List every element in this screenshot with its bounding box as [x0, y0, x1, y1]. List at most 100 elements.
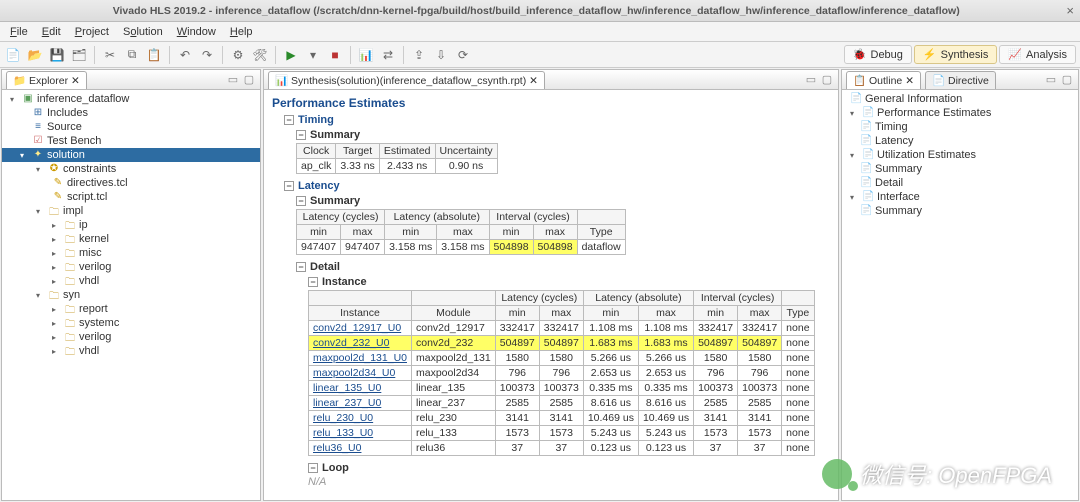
explorer-tab[interactable]: 📁 Explorer ✕: [6, 71, 87, 89]
minimize-icon[interactable]: ▭: [804, 73, 818, 87]
editor-panel: 📊 Synthesis(solution)(inference_dataflow…: [263, 69, 839, 501]
timing-section[interactable]: −Timing: [284, 114, 830, 126]
run-icon[interactable]: ▶: [282, 46, 300, 64]
directive-tab[interactable]: 📄 Directive: [925, 71, 996, 89]
maximize-icon[interactable]: ▢: [820, 73, 834, 87]
minimize-icon[interactable]: ▭: [226, 73, 240, 87]
outline-item[interactable]: 📄Detail: [842, 176, 1078, 190]
menu-window[interactable]: Window: [171, 24, 222, 40]
tree-folder[interactable]: ▸🗀misc: [2, 246, 260, 260]
open-icon[interactable]: 📂: [26, 46, 44, 64]
instance-link[interactable]: relu_230_U0: [313, 412, 373, 424]
cfg-icon[interactable]: 🛠: [251, 46, 269, 64]
instance-link[interactable]: linear_135_U0: [313, 382, 381, 394]
tree-item[interactable]: ▾✪constraints: [2, 162, 260, 176]
chart-icon[interactable]: 📊: [357, 46, 375, 64]
menu-help[interactable]: Help: [224, 24, 259, 40]
perf-header: Performance Estimates: [272, 96, 830, 110]
outline-item[interactable]: 📄Timing: [842, 120, 1078, 134]
loop-section[interactable]: −Loop: [308, 462, 830, 474]
instance-link[interactable]: linear_237_U0: [313, 397, 381, 409]
summary-section[interactable]: −Summary: [296, 195, 830, 207]
tree-root[interactable]: ▾▣inference_dataflow: [2, 92, 260, 106]
outline-tab[interactable]: 📋 Outline ✕: [846, 71, 921, 89]
tree-item-solution[interactable]: ▾✦solution: [2, 148, 260, 162]
report-tab[interactable]: 📊 Synthesis(solution)(inference_dataflow…: [268, 71, 545, 89]
tree-folder[interactable]: ▸🗀systemc: [2, 316, 260, 330]
tree-folder[interactable]: ▸🗀verilog: [2, 330, 260, 344]
loop-na: N/A: [308, 476, 830, 488]
toolbar: 📄 📂 💾 🗂 ✂ ⧉ 📋 ↶ ↷ ⚙ 🛠 ▶ ▾ ■ 📊 ⇄ ⇪ ⇩ ⟳ 🐞D…: [0, 42, 1080, 68]
explorer-tree: ▾▣inference_dataflow ⊞Includes ≡Source ☑…: [2, 90, 260, 500]
tree-folder[interactable]: ▸🗀vhdl: [2, 274, 260, 288]
saveall-icon[interactable]: 🗂: [70, 46, 88, 64]
import-icon[interactable]: ⇩: [432, 46, 450, 64]
outline-item[interactable]: 📄General Information: [842, 92, 1078, 106]
outline-item[interactable]: 📄Latency: [842, 134, 1078, 148]
tree-file[interactable]: ✎script.tcl: [2, 190, 260, 204]
tree-item[interactable]: ▾🗀impl: [2, 204, 260, 218]
outline-item[interactable]: 📄Summary: [842, 204, 1078, 218]
table-row: conv2d_232_U0conv2d_2325048975048971.683…: [309, 336, 815, 351]
tree-folder[interactable]: ▸🗀report: [2, 302, 260, 316]
cut-icon[interactable]: ✂: [101, 46, 119, 64]
refresh-icon[interactable]: ⟳: [454, 46, 472, 64]
menu-project[interactable]: Project: [69, 24, 115, 40]
instance-link[interactable]: conv2d_12917_U0: [313, 322, 401, 334]
new-icon[interactable]: 📄: [4, 46, 22, 64]
export-icon[interactable]: ⇪: [410, 46, 428, 64]
timing-table: ClockTargetEstimatedUncertainty ap_clk3.…: [296, 143, 498, 174]
detail-section[interactable]: −Detail: [296, 261, 830, 273]
table-row: maxpool2d34_U0maxpool2d347967962.653 us2…: [309, 366, 815, 381]
tree-folder[interactable]: ▸🗀kernel: [2, 232, 260, 246]
perspective-analysis[interactable]: 📈Analysis: [999, 45, 1076, 64]
explorer-panel: 📁 Explorer ✕ ▭▢ ▾▣inference_dataflow ⊞In…: [1, 69, 261, 501]
outline-panel: 📋 Outline ✕ 📄 Directive ▭▢ 📄General Info…: [841, 69, 1079, 501]
tree-folder[interactable]: ▸🗀verilog: [2, 260, 260, 274]
instance-section[interactable]: −Instance: [308, 276, 830, 288]
instance-link[interactable]: relu_133_U0: [313, 427, 373, 439]
outline-item[interactable]: ▾📄Utilization Estimates: [842, 148, 1078, 162]
tree-item[interactable]: ≡Source: [2, 120, 260, 134]
synthesis-report: Performance Estimates −Timing −Summary C…: [264, 90, 838, 500]
table-row: linear_237_U0linear_237258525858.616 us8…: [309, 396, 815, 411]
tree-folder[interactable]: ▸🗀vhdl: [2, 344, 260, 358]
summary-section[interactable]: −Summary: [296, 129, 830, 141]
stop-icon[interactable]: ■: [326, 46, 344, 64]
build-icon[interactable]: ⚙: [229, 46, 247, 64]
compare-icon[interactable]: ⇄: [379, 46, 397, 64]
maximize-icon[interactable]: ▢: [1060, 73, 1074, 87]
table-row: linear_135_U0linear_1351003731003730.335…: [309, 381, 815, 396]
instance-link[interactable]: maxpool2d34_U0: [313, 367, 395, 379]
copy-icon[interactable]: ⧉: [123, 46, 141, 64]
perspective-synthesis[interactable]: ⚡Synthesis: [914, 45, 997, 64]
minimize-icon[interactable]: ▭: [1044, 73, 1058, 87]
outline-item[interactable]: 📄Summary: [842, 162, 1078, 176]
instance-link[interactable]: relu36_U0: [313, 442, 361, 454]
instance-link[interactable]: conv2d_232_U0: [313, 337, 389, 349]
outline-item[interactable]: ▾📄Interface: [842, 190, 1078, 204]
chevron-down-icon[interactable]: ▾: [304, 46, 322, 64]
tree-folder[interactable]: ▸🗀ip: [2, 218, 260, 232]
outline-item[interactable]: ▾📄Performance Estimates: [842, 106, 1078, 120]
save-icon[interactable]: 💾: [48, 46, 66, 64]
menu-bar: File Edit Project Solution Window Help: [0, 22, 1080, 42]
tree-item[interactable]: ⊞Includes: [2, 106, 260, 120]
menu-edit[interactable]: Edit: [36, 24, 67, 40]
table-row: relu_133_U0relu_133157315735.243 us5.243…: [309, 426, 815, 441]
perspective-debug[interactable]: 🐞Debug: [844, 45, 912, 64]
menu-solution[interactable]: Solution: [117, 24, 169, 40]
redo-icon[interactable]: ↷: [198, 46, 216, 64]
menu-file[interactable]: File: [4, 24, 34, 40]
latency-section[interactable]: −Latency: [284, 180, 830, 192]
paste-icon[interactable]: 📋: [145, 46, 163, 64]
perspective-switcher: 🐞Debug ⚡Synthesis 📈Analysis: [844, 45, 1076, 64]
tree-item[interactable]: ☑Test Bench: [2, 134, 260, 148]
table-row: relu_230_U0relu_2303141314110.469 us10.4…: [309, 411, 815, 426]
undo-icon[interactable]: ↶: [176, 46, 194, 64]
close-icon[interactable]: ×: [1066, 3, 1074, 18]
instance-link[interactable]: maxpool2d_131_U0: [313, 352, 407, 364]
close-icon[interactable]: ▢: [242, 73, 256, 87]
tree-item[interactable]: ▾🗀syn: [2, 288, 260, 302]
tree-file[interactable]: ✎directives.tcl: [2, 176, 260, 190]
